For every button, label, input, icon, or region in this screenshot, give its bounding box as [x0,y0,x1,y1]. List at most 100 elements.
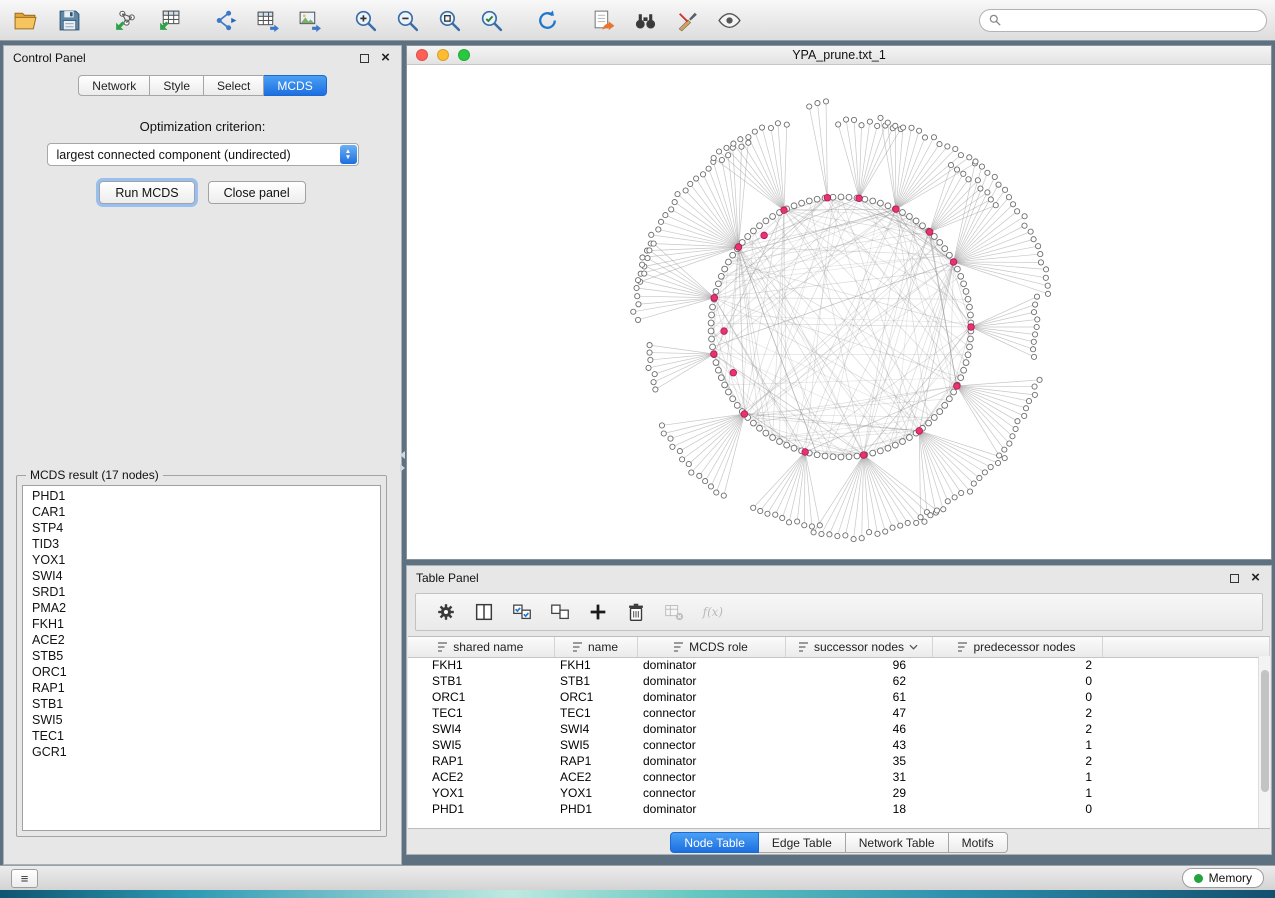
criterion-select[interactable]: largest connected component (undirected)… [47,143,359,166]
show-columns-icon[interactable] [470,598,498,626]
cell-shared_name[interactable]: PHD1 [408,801,554,817]
mcds-result-item[interactable]: RAP1 [23,680,380,696]
add-column-icon[interactable] [584,598,612,626]
deselect-all-icon[interactable] [546,598,574,626]
mcds-result-item[interactable]: STP4 [23,520,380,536]
cell-predecessors[interactable]: 0 [932,673,1102,689]
cell-name[interactable]: SWI5 [554,737,637,753]
zoom-in-icon[interactable] [348,5,382,35]
cell-shared_name[interactable]: ACE2 [408,769,554,785]
import-table-icon[interactable] [152,5,186,35]
network-canvas[interactable] [407,65,1271,559]
table-row[interactable]: ORC1ORC1dominator610 [408,689,1270,705]
mcds-result-list[interactable]: PHD1CAR1STP4TID3YOX1SWI4SRD1PMA2FKH1ACE2… [22,485,381,831]
search-input[interactable] [1007,12,1257,28]
cell-role[interactable]: connector [637,737,785,753]
zoom-selected-icon[interactable] [474,5,508,35]
table-scrollbar[interactable] [1258,656,1270,828]
graphics-details-icon[interactable] [670,5,704,35]
cell-role[interactable]: connector [637,769,785,785]
cell-successors[interactable]: 46 [785,721,932,737]
run-mcds-button[interactable]: Run MCDS [99,181,194,204]
cell-successors[interactable]: 18 [785,801,932,817]
mcds-result-item[interactable]: GCR1 [23,744,380,760]
search-network-icon[interactable] [628,5,662,35]
minimize-window-icon[interactable] [437,49,449,61]
table-row[interactable]: RAP1RAP1dominator352 [408,753,1270,769]
tab-select[interactable]: Select [204,75,264,96]
table-row[interactable]: STB1STB1dominator620 [408,673,1270,689]
import-network-icon[interactable] [108,5,142,35]
mcds-result-item[interactable]: FKH1 [23,616,380,632]
float-table-panel-icon[interactable] [1228,572,1241,585]
cell-name[interactable]: RAP1 [554,753,637,769]
cell-successors[interactable]: 31 [785,769,932,785]
tab-edge-table[interactable]: Edge Table [759,832,846,853]
select-all-icon[interactable] [508,598,536,626]
mcds-result-item[interactable]: CAR1 [23,504,380,520]
open-file-icon[interactable] [8,5,42,35]
cell-successors[interactable]: 61 [785,689,932,705]
new-table-icon[interactable] [250,5,284,35]
mcds-result-item[interactable]: STB5 [23,648,380,664]
scrollbar-thumb[interactable] [1261,670,1269,792]
column-header-MCDS-role[interactable]: MCDS role [637,637,785,657]
cell-role[interactable]: dominator [637,673,785,689]
cell-successors[interactable]: 29 [785,785,932,801]
mcds-result-item[interactable]: PMA2 [23,600,380,616]
mcds-result-item[interactable]: TID3 [23,536,380,552]
export-image-icon[interactable] [292,5,326,35]
cell-predecessors[interactable]: 0 [932,689,1102,705]
cell-name[interactable]: ORC1 [554,689,637,705]
close-panel-button[interactable]: Close panel [208,181,306,204]
cell-role[interactable]: dominator [637,801,785,817]
mcds-result-item[interactable]: YOX1 [23,552,380,568]
cell-shared_name[interactable]: RAP1 [408,753,554,769]
cell-successors[interactable]: 35 [785,753,932,769]
cell-shared_name[interactable]: TEC1 [408,705,554,721]
cell-role[interactable]: dominator [637,721,785,737]
network-window-titlebar[interactable]: YPA_prune.txt_1 [407,46,1271,65]
column-header-successor-nodes[interactable]: successor nodes [785,637,932,657]
close-window-icon[interactable] [416,49,428,61]
cell-successors[interactable]: 47 [785,705,932,721]
cell-shared_name[interactable]: FKH1 [408,657,554,673]
tab-network[interactable]: Network [78,75,150,96]
table-row[interactable]: SWI4SWI4dominator462 [408,721,1270,737]
tab-mcds[interactable]: MCDS [264,75,326,96]
cell-name[interactable]: PHD1 [554,801,637,817]
column-header-name[interactable]: name [554,637,637,657]
cell-role[interactable]: dominator [637,657,785,673]
cell-predecessors[interactable]: 1 [932,785,1102,801]
search-box[interactable] [979,9,1267,32]
refresh-icon[interactable] [530,5,564,35]
cell-name[interactable]: ACE2 [554,769,637,785]
cell-role[interactable]: connector [637,705,785,721]
cell-name[interactable]: STB1 [554,673,637,689]
cell-predecessors[interactable]: 2 [932,753,1102,769]
cell-shared_name[interactable]: STB1 [408,673,554,689]
memory-button[interactable]: Memory [1182,868,1264,888]
mcds-result-item[interactable]: ORC1 [23,664,380,680]
zoom-window-icon[interactable] [458,49,470,61]
mcds-result-item[interactable]: STB1 [23,696,380,712]
delete-column-icon[interactable] [622,598,650,626]
cell-role[interactable]: dominator [637,689,785,705]
cell-role[interactable]: dominator [637,753,785,769]
close-table-panel-icon[interactable]: × [1249,572,1262,585]
mcds-result-item[interactable]: SWI5 [23,712,380,728]
export-document-icon[interactable] [586,5,620,35]
expand-right-icon[interactable] [400,464,405,472]
mcds-result-item[interactable]: PHD1 [23,488,380,504]
mcds-result-item[interactable]: ACE2 [23,632,380,648]
mcds-result-item[interactable]: SRD1 [23,584,380,600]
table-settings-icon[interactable] [432,598,460,626]
cell-successors[interactable]: 96 [785,657,932,673]
cell-predecessors[interactable]: 1 [932,737,1102,753]
cell-successors[interactable]: 43 [785,737,932,753]
new-network-icon[interactable] [208,5,242,35]
float-panel-icon[interactable] [358,52,371,65]
cell-name[interactable]: YOX1 [554,785,637,801]
splitter-collapse-handle[interactable] [398,446,406,476]
table-row[interactable]: FKH1FKH1dominator962 [408,657,1270,673]
